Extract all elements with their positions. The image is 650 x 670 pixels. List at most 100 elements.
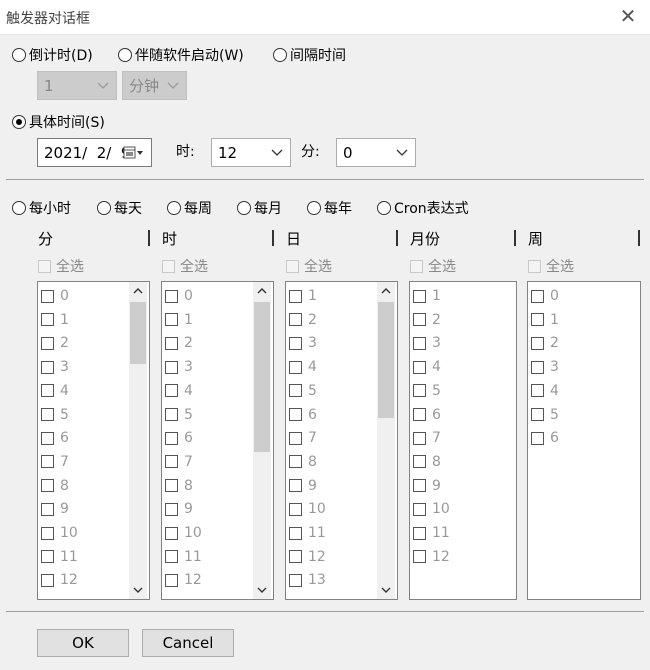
list-item[interactable]: 13	[289, 570, 326, 590]
radio-monthly[interactable]: 每月	[237, 198, 282, 218]
list-item[interactable]: 5	[413, 381, 441, 401]
list-item[interactable]: 8	[165, 476, 193, 496]
checkbox[interactable]	[413, 289, 426, 303]
list-item[interactable]: 8	[289, 452, 317, 472]
checkbox[interactable]	[531, 408, 544, 421]
radio-weekly[interactable]: 每周	[167, 198, 212, 218]
list-item[interactable]: 3	[165, 357, 193, 377]
checkbox[interactable]	[165, 550, 178, 564]
checkbox[interactable]	[413, 431, 426, 445]
select-all-month[interactable]: 全选	[410, 256, 456, 276]
list-item[interactable]: 6	[41, 428, 69, 448]
list-item[interactable]: 12	[289, 547, 326, 567]
scrollbar-thumb[interactable]	[130, 302, 146, 364]
checkbox[interactable]	[413, 455, 426, 469]
checkbox[interactable]	[165, 502, 178, 516]
checkbox[interactable]	[41, 502, 54, 516]
list-item[interactable]: 3	[531, 357, 559, 377]
list-item[interactable]: 5	[165, 405, 193, 425]
chevron-up-icon[interactable]	[377, 282, 395, 300]
checkbox[interactable]	[413, 313, 426, 327]
list-item[interactable]: 1	[413, 286, 441, 306]
list-item[interactable]: 4	[413, 357, 441, 377]
select-all-day[interactable]: 全选	[286, 256, 332, 276]
list-item[interactable]: 3	[289, 333, 317, 353]
list-item[interactable]: 5	[531, 405, 559, 425]
list-item[interactable]: 6	[165, 428, 193, 448]
checkbox[interactable]	[289, 408, 302, 421]
checkbox[interactable]	[289, 431, 302, 445]
list-item[interactable]: 4	[531, 381, 559, 401]
checkbox[interactable]	[531, 289, 544, 303]
checkbox[interactable]	[413, 408, 426, 421]
checkbox[interactable]	[289, 336, 302, 350]
calendar-icon[interactable]	[123, 146, 145, 160]
checkbox[interactable]	[289, 455, 302, 469]
scrollbar[interactable]	[253, 282, 271, 599]
cancel-button[interactable]: Cancel	[142, 629, 234, 657]
list-item[interactable]: 1	[41, 310, 69, 330]
chevron-up-icon[interactable]	[253, 282, 271, 300]
list-item[interactable]: 1	[289, 286, 317, 306]
checkbox[interactable]	[531, 384, 544, 398]
checkbox[interactable]	[531, 336, 544, 350]
minute-select[interactable]: 0	[336, 138, 416, 167]
list-item[interactable]: 11	[165, 547, 202, 567]
radio-with-software[interactable]: 伴随软件启动(W)	[118, 45, 244, 65]
scrollbar-thumb[interactable]	[254, 302, 270, 452]
checkbox[interactable]	[165, 384, 178, 398]
checkbox[interactable]	[165, 573, 178, 587]
checkbox[interactable]	[413, 336, 426, 350]
checkbox[interactable]	[165, 360, 178, 374]
list-item[interactable]: 0	[165, 286, 193, 306]
list-item[interactable]: 6	[413, 405, 441, 425]
list-item[interactable]: 10	[413, 499, 450, 519]
checkbox[interactable]	[41, 431, 54, 445]
list-item[interactable]: 4	[289, 357, 317, 377]
checkbox[interactable]	[165, 431, 178, 445]
chevron-up-icon[interactable]	[129, 282, 147, 300]
select-all-minute[interactable]: 全选	[38, 256, 84, 276]
checkbox[interactable]	[289, 573, 302, 587]
list-item[interactable]: 7	[41, 452, 69, 472]
list-item[interactable]: 5	[41, 405, 69, 425]
checkbox[interactable]	[41, 408, 54, 421]
minute-listbox[interactable]: 0 1 2 3 4 5 6 7 8 9 10 11 12	[37, 281, 150, 600]
list-item[interactable]: 1	[165, 310, 193, 330]
scrollbar[interactable]	[129, 282, 147, 599]
checkbox[interactable]	[41, 550, 54, 564]
list-item[interactable]: 5	[289, 381, 317, 401]
checkbox[interactable]	[413, 384, 426, 398]
chevron-down-icon[interactable]	[129, 581, 147, 599]
checkbox[interactable]	[165, 313, 178, 327]
list-item[interactable]: 7	[289, 428, 317, 448]
list-item[interactable]: 0	[531, 286, 559, 306]
list-item[interactable]: 1	[531, 310, 559, 330]
checkbox[interactable]	[413, 360, 426, 374]
list-item[interactable]: 8	[41, 476, 69, 496]
checkbox[interactable]	[289, 289, 302, 303]
scrollbar[interactable]	[377, 282, 395, 599]
checkbox[interactable]	[41, 479, 54, 493]
list-item[interactable]: 9	[289, 476, 317, 496]
list-item[interactable]: 11	[41, 547, 78, 567]
radio-interval[interactable]: 间隔时间	[273, 45, 346, 65]
list-item[interactable]: 7	[413, 428, 441, 448]
hour-select[interactable]: 12	[211, 138, 291, 167]
checkbox[interactable]	[165, 408, 178, 421]
checkbox[interactable]	[289, 526, 302, 540]
select-all-week[interactable]: 全选	[528, 256, 574, 276]
list-item[interactable]: 2	[41, 333, 69, 353]
list-item[interactable]: 10	[289, 499, 326, 519]
list-item[interactable]: 12	[413, 547, 450, 567]
week-listbox[interactable]: 0 1 2 3 4 5 6	[527, 281, 641, 600]
checkbox[interactable]	[41, 313, 54, 327]
checkbox[interactable]	[165, 479, 178, 493]
chevron-down-icon[interactable]	[253, 581, 271, 599]
list-item[interactable]: 2	[289, 310, 317, 330]
list-item[interactable]: 10	[41, 523, 78, 543]
checkbox[interactable]	[289, 360, 302, 374]
checkbox[interactable]	[41, 573, 54, 587]
checkbox[interactable]	[165, 455, 178, 469]
checkbox[interactable]	[289, 479, 302, 493]
